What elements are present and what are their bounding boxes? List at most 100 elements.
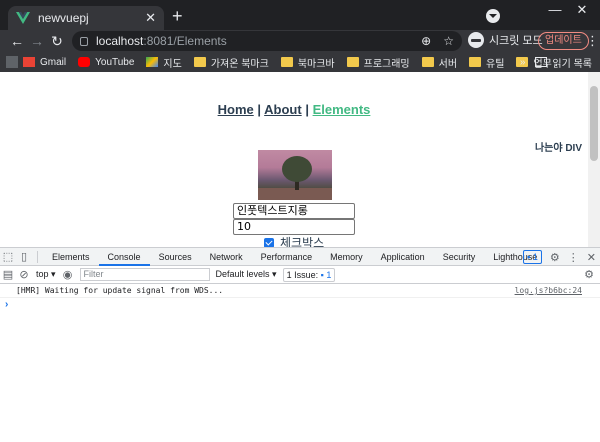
bookmark-youtube[interactable]: YouTube	[78, 57, 134, 68]
tab-memory[interactable]: Memory	[321, 248, 372, 266]
message-count: 1	[532, 252, 538, 262]
bookmark-label: 북마크바	[297, 58, 335, 70]
console-settings-icon[interactable]: ⚙	[584, 268, 594, 281]
tree-image	[258, 150, 332, 200]
context-select[interactable]: top ▾	[32, 269, 60, 280]
router-nav: Home | About | Elements	[0, 102, 588, 117]
title-bar: newvuepj ✕ + — ✕	[0, 0, 600, 30]
address-bar[interactable]: localhost :8081/Elements ⊕ ☆	[72, 31, 462, 51]
devtools-tabbar: ⬚ ▯ Elements Console Sources Network Per…	[0, 248, 600, 266]
url-host: localhost	[96, 34, 144, 48]
checkbox-row: 체크박스	[264, 234, 324, 247]
bookmarks-bar: Gmail YouTube 지도 가져온 북마크 북마크바 프로그래밍 서버 유…	[0, 52, 600, 72]
image-canopy	[282, 156, 312, 182]
bookmark-folder-server[interactable]: 서버	[421, 55, 458, 70]
browser-tab[interactable]: newvuepj ✕	[8, 6, 164, 30]
bookmark-folder-programming[interactable]: 프로그래밍	[346, 55, 410, 70]
reload-icon[interactable]: ↻	[48, 31, 66, 51]
devtools-panel: ⬚ ▯ Elements Console Sources Network Per…	[0, 247, 600, 442]
console-log-row: [HMR] Waiting for update signal from WDS…	[0, 284, 600, 298]
incognito-indicator[interactable]: 시크릿 모드	[468, 32, 543, 48]
tab-security[interactable]: Security	[434, 248, 485, 266]
reading-list-label: 읽기 목록	[552, 58, 592, 70]
sidebar-toggle-icon[interactable]: ▤	[0, 267, 16, 283]
bookmark-folder-bar[interactable]: 북마크바	[280, 55, 335, 70]
devtools-menu-icon[interactable]: ⋮	[568, 251, 579, 264]
toolbar-divider	[37, 250, 38, 263]
url-path: :8081/Elements	[143, 34, 227, 48]
issue-count: 1	[326, 269, 332, 280]
tab-close-icon[interactable]: ✕	[145, 10, 156, 26]
incognito-icon	[468, 32, 484, 48]
settings-gear-icon[interactable]: ⚙	[550, 251, 560, 264]
forward-arrow-icon[interactable]: →	[28, 31, 46, 51]
minimize-button[interactable]: —	[540, 0, 570, 20]
log-source-link[interactable]: log.js?b6bc:24	[515, 284, 582, 298]
bookmark-gmail[interactable]: Gmail	[23, 57, 66, 68]
new-tab-button[interactable]: +	[172, 6, 183, 26]
browser-toolbar: ← → ↻ localhost :8081/Elements ⊕ ☆ 시크릿 모…	[0, 30, 600, 52]
page-scrollbar[interactable]	[588, 72, 600, 247]
issue-message-icon: ▪	[320, 269, 324, 280]
text-input[interactable]: 인풋텍스트지롱	[233, 203, 355, 219]
update-button[interactable]: 업데이트	[538, 32, 589, 50]
close-window-button[interactable]: ✕	[567, 0, 597, 20]
clear-console-icon[interactable]: ⊘	[16, 267, 32, 283]
log-levels-select[interactable]: Default levels ▾	[216, 269, 277, 280]
bookmark-folder-imported[interactable]: 가져온 북마크	[193, 55, 269, 70]
info-icon[interactable]	[80, 36, 88, 46]
scrollbar-thumb[interactable]	[590, 86, 598, 161]
back-arrow-icon[interactable]: ←	[8, 31, 26, 51]
folder-icon	[469, 57, 482, 67]
tab-search-icon[interactable]	[486, 9, 500, 23]
vue-logo-icon	[16, 12, 30, 24]
nav-link-about[interactable]: About	[264, 102, 302, 117]
message-count-badge[interactable]: ▪ 1	[523, 250, 542, 264]
reading-list-button[interactable]: 읽기 목록	[535, 55, 592, 70]
bookmark-label: 가져온 북마크	[210, 58, 269, 70]
close-devtools-icon[interactable]: ✕	[587, 251, 596, 264]
bookmark-star-icon[interactable]: ☆	[443, 34, 454, 48]
bookmark-maps[interactable]: 지도	[146, 55, 182, 70]
console-toolbar: ▤ ⊘ top ▾ ◉ Filter Default levels ▾ 1 Is…	[0, 266, 600, 284]
tab-application[interactable]: Application	[372, 248, 434, 266]
issues-button[interactable]: 1 Issue: ▪ 1	[282, 267, 336, 282]
bookmarks-overflow-icon[interactable]: »	[520, 57, 526, 68]
bookmark-label: YouTube	[95, 56, 135, 68]
device-toolbar-icon[interactable]: ▯	[16, 249, 32, 265]
log-message: [HMR] Waiting for update signal from WDS…	[16, 286, 224, 295]
bookmark-label: 유틸	[486, 58, 505, 70]
apps-icon[interactable]	[6, 56, 18, 68]
bookmark-label: 서버	[438, 58, 458, 70]
folder-icon	[280, 57, 293, 67]
div-label: 나는야 DIV	[534, 143, 582, 154]
filter-input[interactable]: Filter	[79, 268, 210, 281]
live-expression-eye-icon[interactable]: ◉	[60, 267, 76, 283]
zoom-icon[interactable]: ⊕	[421, 34, 431, 48]
bookmark-folder-util[interactable]: 유틸	[469, 55, 504, 70]
maps-icon	[146, 57, 159, 67]
console-prompt[interactable]: ›	[5, 299, 8, 310]
tab-performance[interactable]: Performance	[252, 248, 322, 266]
folder-icon	[421, 57, 434, 67]
tab-console[interactable]: Console	[98, 248, 150, 266]
tab-network[interactable]: Network	[201, 248, 252, 266]
menu-icon[interactable]: ⋮	[586, 32, 599, 50]
nav-link-home[interactable]: Home	[218, 102, 254, 117]
nav-link-elements[interactable]: Elements	[313, 102, 371, 117]
tab-sources[interactable]: Sources	[150, 248, 201, 266]
gmail-icon	[23, 57, 35, 67]
checkbox-label: 체크박스	[280, 236, 325, 247]
inspect-element-icon[interactable]: ⬚	[0, 249, 16, 265]
number-input[interactable]: 10	[233, 219, 355, 235]
checkbox[interactable]	[264, 237, 274, 247]
bookmark-label: 프로그래밍	[363, 58, 410, 70]
folder-icon	[346, 57, 359, 67]
bookmark-label: 지도	[163, 58, 182, 70]
page-viewport: Home | About | Elements 나는야 DIV 인풋텍스트지롱 …	[0, 72, 600, 247]
tab-title: newvuepj	[38, 11, 89, 25]
tab-elements[interactable]: Elements	[43, 248, 99, 266]
nav-separator: |	[257, 102, 261, 117]
nav-separator: |	[305, 102, 309, 117]
incognito-label: 시크릿 모드	[489, 35, 543, 47]
